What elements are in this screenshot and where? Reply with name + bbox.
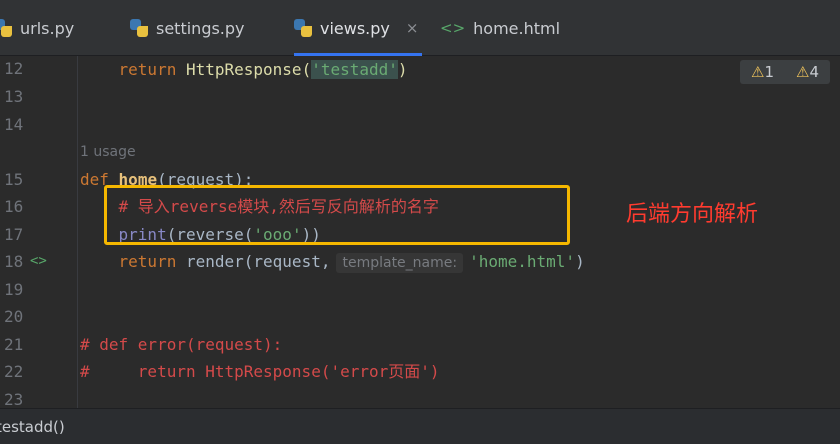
line-number: 20: [4, 307, 24, 326]
close-icon[interactable]: ×: [406, 19, 419, 37]
python-icon: [130, 19, 148, 37]
line-number-gutter: 12 13 14 15 16 17 18 <> 19 20 21 22 23: [0, 56, 78, 409]
tab-label: home.html: [473, 18, 561, 38]
tab-settings-py[interactable]: settings.py: [130, 0, 245, 56]
tab-label: settings.py: [156, 18, 245, 38]
line-number: 17: [4, 225, 24, 244]
html-icon: <>: [440, 19, 466, 37]
code-line-12: return HttpResponse('testadd'): [80, 56, 408, 83]
keyword: return: [118, 252, 177, 271]
line-number: 13: [4, 87, 24, 106]
line-number: 14: [4, 115, 24, 134]
keyword: return: [118, 60, 177, 79]
breadcrumb[interactable]: testadd(): [0, 418, 65, 436]
line-number: 18: [4, 252, 24, 271]
line-number: 19: [4, 280, 24, 299]
string-literal: 'home.html': [469, 252, 576, 271]
tab-views-py[interactable]: views.py ×: [294, 0, 423, 56]
code-line-21: # def error(request):: [80, 335, 283, 354]
line-number: 21: [4, 335, 24, 354]
python-icon: [294, 19, 312, 37]
parameter-hint: template_name:: [336, 253, 464, 273]
usage-hint[interactable]: 1 usage: [80, 144, 136, 160]
call: HttpResponse(: [185, 60, 312, 79]
editor-tab-bar: urls.py settings.py views.py × <> home.h…: [0, 0, 840, 56]
tab-label: urls.py: [20, 18, 75, 38]
breadcrumb-bar: testadd(): [0, 408, 840, 444]
line-number: 22: [4, 362, 24, 381]
paren: ): [397, 60, 408, 79]
annotation-label: 后端方向解析: [626, 202, 759, 227]
tab-urls-py[interactable]: urls.py: [0, 0, 74, 56]
call: render(request,: [185, 252, 331, 271]
tab-home-html[interactable]: <> home.html: [440, 0, 560, 56]
paren: ): [575, 252, 585, 271]
code-line-22: # return HttpResponse('error页面'): [80, 362, 440, 381]
navigate-to-template-icon[interactable]: <>: [30, 253, 47, 269]
line-number: 12: [4, 59, 24, 78]
line-number: 16: [4, 197, 24, 216]
code-line-18: return render(request, template_name: 'hom…: [80, 248, 585, 275]
python-icon: [0, 19, 12, 37]
tab-label: views.py: [320, 18, 390, 38]
line-number: 23: [4, 390, 24, 409]
annotation-highlight-box: [104, 185, 570, 245]
string-literal: 'testadd': [311, 60, 398, 79]
line-number: 15: [4, 170, 24, 189]
